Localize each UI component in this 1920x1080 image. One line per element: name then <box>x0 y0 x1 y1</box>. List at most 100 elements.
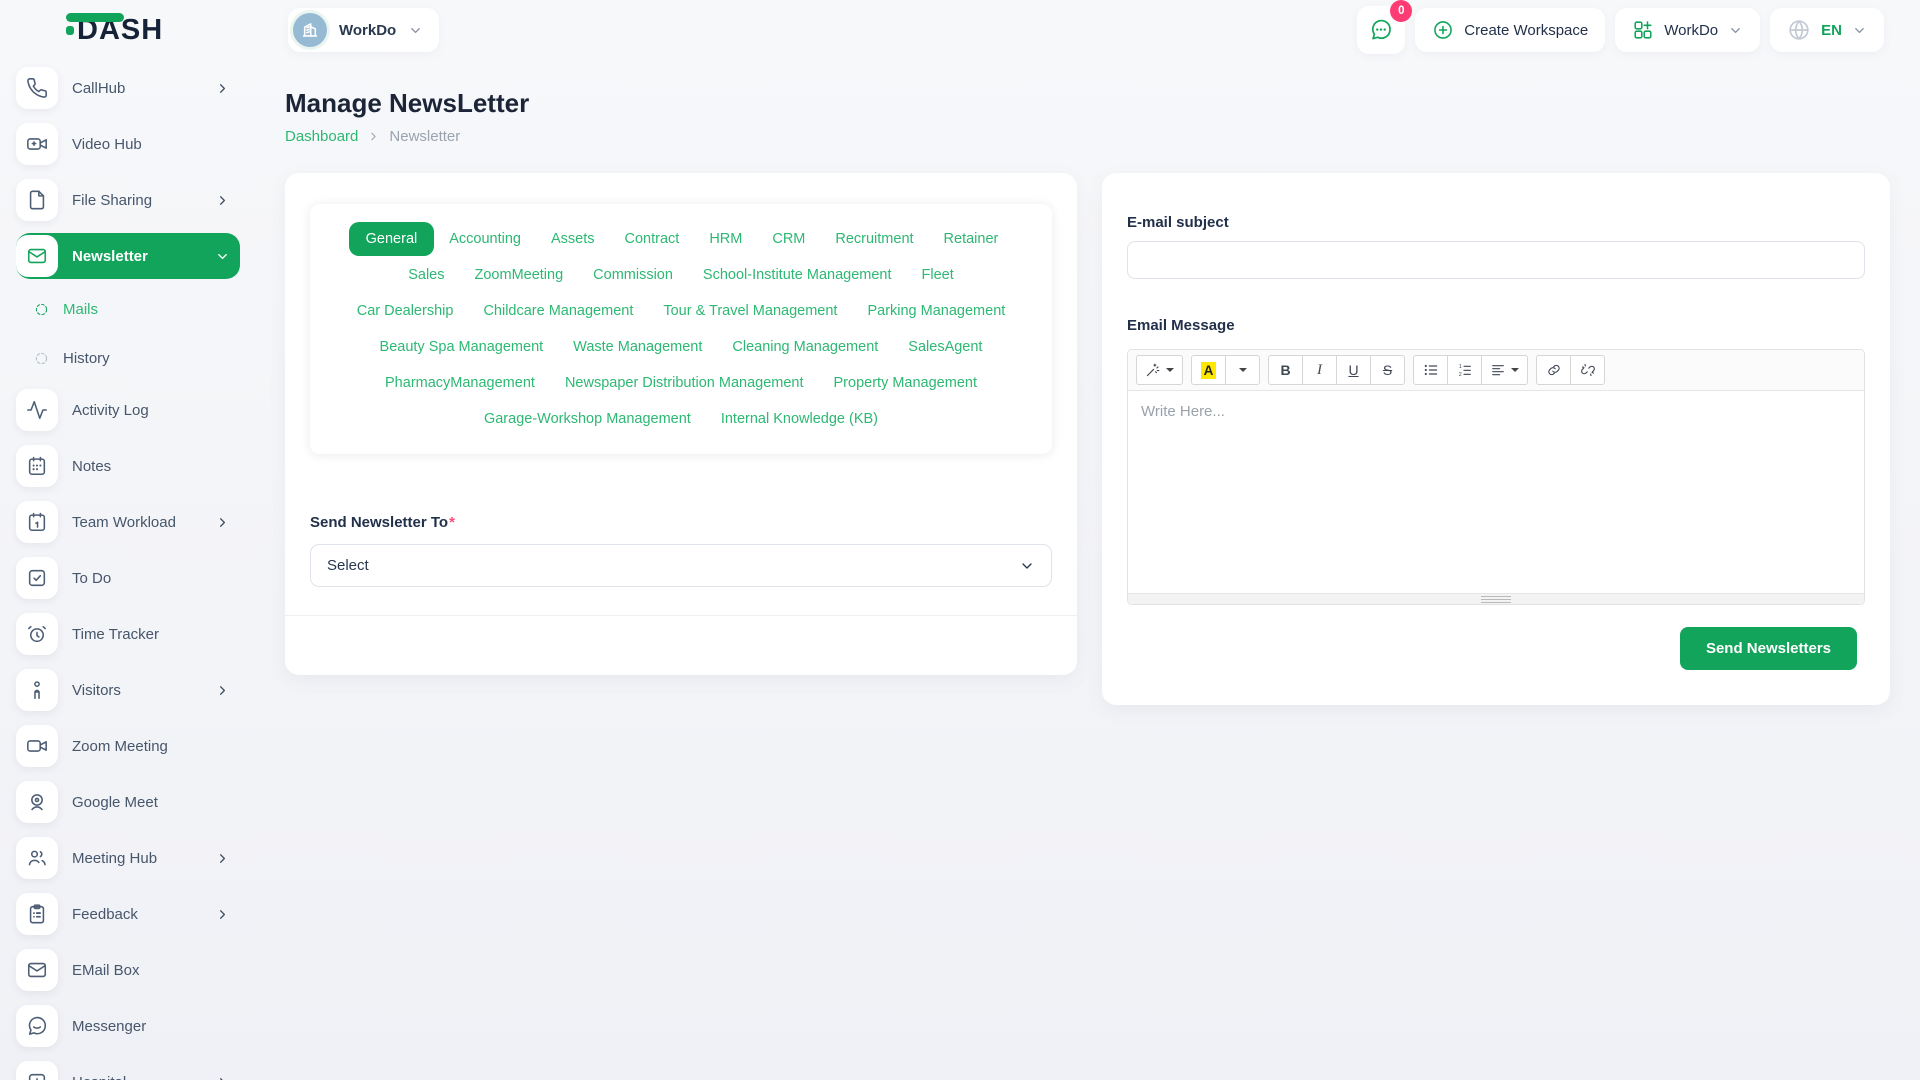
apps-menu-button[interactable]: WorkDo <box>1615 8 1760 52</box>
module-tab-accounting[interactable]: Accounting <box>434 224 536 254</box>
sidebar-item-file-sharing[interactable]: File Sharing <box>16 177 240 223</box>
style-dropdown-button[interactable] <box>1136 355 1183 385</box>
sidebar-item-google-meet[interactable]: Google Meet <box>16 779 240 825</box>
sidebar-item-zoom-meeting[interactable]: Zoom Meeting <box>16 723 240 769</box>
module-tab-crm[interactable]: CRM <box>757 224 820 254</box>
sidebar-subitem-mails[interactable]: Mails <box>16 289 240 329</box>
sidebar-item-notes[interactable]: Notes <box>16 443 240 489</box>
chevron-right-icon <box>215 515 230 530</box>
svg-text:2: 2 <box>1458 372 1461 378</box>
paragraph-align-button[interactable] <box>1481 355 1528 385</box>
ordered-list-button[interactable]: 12 <box>1447 355 1482 385</box>
module-tab-childcare-management[interactable]: Childcare Management <box>468 296 648 326</box>
email-compose-card: E-mail subject Email Message ABIUS12 Wri… <box>1102 173 1890 705</box>
module-tab-commission[interactable]: Commission <box>578 260 688 290</box>
module-tab-newspaper-distribution-management[interactable]: Newspaper Distribution Management <box>550 368 819 398</box>
language-code: EN <box>1821 22 1842 39</box>
grid-plus-icon <box>1632 19 1654 41</box>
module-tab-retainer[interactable]: Retainer <box>929 224 1014 254</box>
module-tab-car-dealership[interactable]: Car Dealership <box>342 296 469 326</box>
module-tab-school-institute-management[interactable]: School-Institute Management <box>688 260 907 290</box>
unlink-button[interactable] <box>1570 355 1605 385</box>
email-subject-input[interactable] <box>1127 241 1865 279</box>
sidebar-item-hospital[interactable]: Hospital <box>16 1059 240 1080</box>
module-tab-row: Garage-Workshop ManagementInternal Knowl… <box>320 401 1042 437</box>
chevron-right-icon <box>215 907 230 922</box>
person-icon <box>16 669 58 711</box>
editor-resize-handle[interactable] <box>1128 593 1864 604</box>
sidebar-item-label: Team Workload <box>72 514 176 531</box>
module-tab-parking-management[interactable]: Parking Management <box>852 296 1020 326</box>
sidebar-item-callhub[interactable]: CallHub <box>16 65 240 111</box>
sidebar-item-messenger[interactable]: Messenger <box>16 1003 240 1049</box>
module-tab-row: PharmacyManagementNewspaper Distribution… <box>320 365 1042 401</box>
sidebar-item-label: Zoom Meeting <box>72 738 168 755</box>
module-tab-general[interactable]: General <box>349 222 435 256</box>
chat-bubble-icon <box>16 1005 58 1047</box>
sidebar-item-label: Time Tracker <box>72 626 159 643</box>
module-tab-hrm[interactable]: HRM <box>694 224 757 254</box>
module-tab-salesagent[interactable]: SalesAgent <box>893 332 997 362</box>
module-tab-contract[interactable]: Contract <box>610 224 695 254</box>
sidebar-item-team-workload[interactable]: Team Workload <box>16 499 240 545</box>
create-workspace-button[interactable]: Create Workspace <box>1415 8 1605 52</box>
underline-button[interactable]: U <box>1336 355 1371 385</box>
chevron-down-icon <box>408 23 423 38</box>
caret-down-icon <box>1511 368 1519 376</box>
alarm-clock-icon <box>16 613 58 655</box>
module-tab-row: SalesZoomMeetingCommissionSchool-Institu… <box>320 257 1042 293</box>
sidebar-item-newsletter[interactable]: Newsletter <box>16 233 240 279</box>
sidebar-item-label: Newsletter <box>72 248 148 265</box>
bold-button[interactable]: B <box>1268 355 1303 385</box>
module-tab-sales[interactable]: Sales <box>393 260 459 290</box>
module-tab-cleaning-management[interactable]: Cleaning Management <box>717 332 893 362</box>
module-tab-beauty-spa-management[interactable]: Beauty Spa Management <box>365 332 559 362</box>
sidebar-item-feedback[interactable]: Feedback <box>16 891 240 937</box>
send-newsletters-button[interactable]: Send Newsletters <box>1680 627 1857 670</box>
module-tab-recruitment[interactable]: Recruitment <box>820 224 928 254</box>
workspace-switcher[interactable]: WorkDo <box>288 8 439 52</box>
sidebar-item-meeting-hub[interactable]: Meeting Hub <box>16 835 240 881</box>
hospital-icon <box>16 1061 58 1080</box>
clipboard-icon <box>16 893 58 935</box>
sidebar-item-visitors[interactable]: Visitors <box>16 667 240 713</box>
module-tab-garage-workshop-management[interactable]: Garage-Workshop Management <box>469 404 706 434</box>
envelope-icon <box>16 235 58 277</box>
module-tab-internal-knowledge-kb[interactable]: Internal Knowledge (KB) <box>706 404 893 434</box>
sidebar-item-time-tracker[interactable]: Time Tracker <box>16 611 240 657</box>
module-tab-waste-management[interactable]: Waste Management <box>558 332 717 362</box>
module-tab-tour-travel-management[interactable]: Tour & Travel Management <box>648 296 852 326</box>
module-tab-fleet[interactable]: Fleet <box>907 260 969 290</box>
messages-button[interactable]: 0 <box>1357 6 1405 54</box>
sidebar-subitem-history[interactable]: History <box>16 338 240 378</box>
font-color-button[interactable]: A <box>1191 355 1226 385</box>
italic-button[interactable]: I <box>1302 355 1337 385</box>
send-to-select[interactable]: Select <box>310 544 1052 587</box>
breadcrumb-dashboard-link[interactable]: Dashboard <box>285 128 358 145</box>
module-tab-pharmacymanagement[interactable]: PharmacyManagement <box>370 368 550 398</box>
module-tab-assets[interactable]: Assets <box>536 224 610 254</box>
chevron-right-icon <box>367 130 380 143</box>
topbar-actions: 0 Create Workspace WorkDo EN <box>1357 6 1884 54</box>
send-to-select-value: Select <box>327 557 369 574</box>
email-message-label: Email Message <box>1127 317 1865 334</box>
module-tab-zoommeeting[interactable]: ZoomMeeting <box>460 260 579 290</box>
toolbar-group <box>1136 355 1183 385</box>
editor-body[interactable]: Write Here... <box>1128 391 1864 593</box>
page-title: Manage NewsLetter <box>285 88 1920 119</box>
sidebar-item-video-hub[interactable]: Video Hub <box>16 121 240 167</box>
link-button[interactable] <box>1536 355 1571 385</box>
align-icon <box>1490 362 1506 378</box>
chevron-right-icon <box>215 1075 230 1080</box>
unordered-list-button[interactable] <box>1413 355 1448 385</box>
font-color-more-button[interactable] <box>1225 355 1260 385</box>
sidebar-item-activity-log[interactable]: Activity Log <box>16 387 240 433</box>
webcam-icon <box>16 781 58 823</box>
list-ol-icon: 12 <box>1457 362 1473 378</box>
module-tab-property-management[interactable]: Property Management <box>819 368 992 398</box>
sidebar-item-email-box[interactable]: EMail Box <box>16 947 240 993</box>
sidebar-item-label: CallHub <box>72 80 125 97</box>
strikethrough-button[interactable]: S <box>1370 355 1405 385</box>
sidebar-item-to-do[interactable]: To Do <box>16 555 240 601</box>
language-button[interactable]: EN <box>1770 8 1884 52</box>
